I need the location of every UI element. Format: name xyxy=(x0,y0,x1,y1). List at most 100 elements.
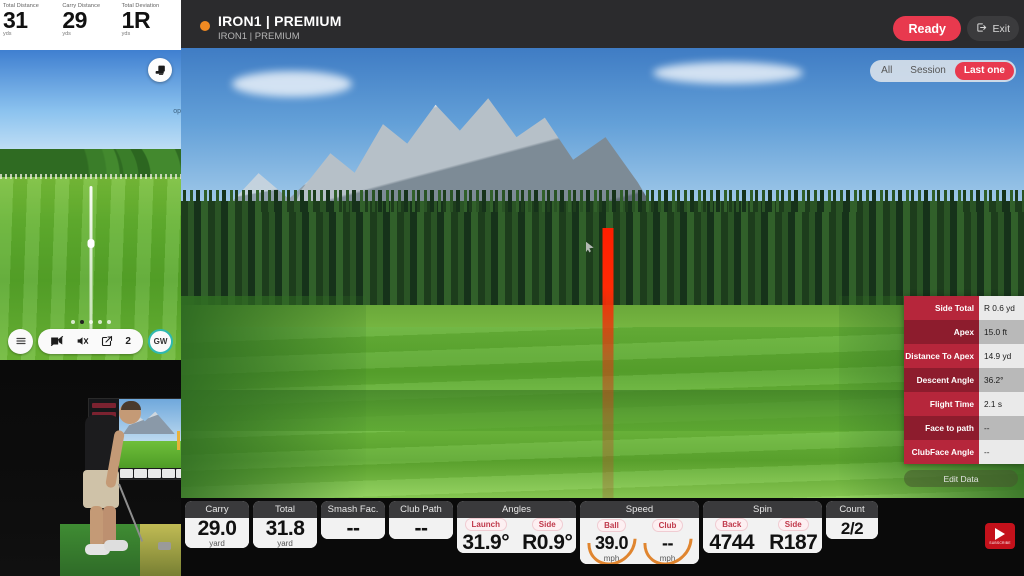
page-dot[interactable] xyxy=(97,320,102,324)
monitor-icon[interactable] xyxy=(148,58,172,82)
share-external-icon[interactable] xyxy=(101,335,113,347)
metric-spin[interactable]: Spin Back 4744 Side R187 xyxy=(703,501,822,553)
metric-tag: Side xyxy=(777,518,809,531)
page-dot[interactable] xyxy=(106,320,111,324)
metric-count[interactable]: Count 2/2 xyxy=(826,501,878,539)
golfer-shoe-right xyxy=(104,540,128,551)
row-label: ClubFace Angle xyxy=(904,440,979,464)
metric-value: -- xyxy=(346,517,361,539)
metric-title: Carry xyxy=(185,501,249,518)
ready-button[interactable]: Ready xyxy=(893,16,961,41)
metric-unit: yard xyxy=(209,539,225,548)
subscribe-label: SUBSCRIBE xyxy=(989,540,1011,545)
range-minimap[interactable]: op 2 GW xyxy=(0,50,181,360)
row-label: Apex xyxy=(904,320,979,344)
minimap-ball-marker xyxy=(87,239,94,249)
golfer-leg-left xyxy=(90,506,103,548)
filter-all[interactable]: All xyxy=(872,62,901,80)
metric-side-spin: Side R187 xyxy=(765,518,823,553)
stat-carry-distance: Carry Distance 29 yds xyxy=(62,0,121,50)
camera-off-icon[interactable] xyxy=(50,335,64,347)
page-dot[interactable] xyxy=(88,320,93,324)
minimap-control-pill: 2 xyxy=(38,328,143,354)
row-value: 15.0 ft xyxy=(979,320,1024,344)
page-subtitle: IRON1 | PREMIUM xyxy=(218,31,300,42)
screen-flag xyxy=(177,431,180,451)
metric-title: Club Path xyxy=(389,501,453,518)
page-dot[interactable] xyxy=(70,320,75,324)
status-dot xyxy=(200,21,210,31)
metric-carry[interactable]: Carry 29.0 yard xyxy=(185,501,249,548)
golf-club-head xyxy=(158,542,171,550)
shot-filter-tabs: All Session Last one xyxy=(870,60,1016,82)
metric-speed[interactable]: Speed Ball 39.0 mph Club -- mph xyxy=(580,501,699,564)
metric-side-angle: Side R0.9° xyxy=(519,518,577,553)
metric-unit: yard xyxy=(277,539,293,548)
shot-trace-line xyxy=(602,228,614,498)
metric-tag: Side xyxy=(531,518,563,531)
metric-launch-angle: Launch 31.9° xyxy=(457,518,515,553)
left-panel: Total Distance 31 yds Carry Distance 29 … xyxy=(0,0,181,360)
filter-session[interactable]: Session xyxy=(901,62,955,80)
table-row: Side Total R 0.6 yd xyxy=(904,296,1024,320)
subscribe-button[interactable]: SUBSCRIBE xyxy=(985,523,1015,549)
row-value: R 0.6 yd xyxy=(979,296,1024,320)
scene-left-rough xyxy=(181,295,367,498)
table-row: Descent Angle 36.2° xyxy=(904,368,1024,392)
row-label: Face to path xyxy=(904,416,979,440)
stat-unit: yds xyxy=(3,31,12,37)
exit-label: Exit xyxy=(992,22,1010,35)
table-row: Face to path -- xyxy=(904,416,1024,440)
metric-value: 4744 xyxy=(709,531,755,553)
row-label: Distance To Apex xyxy=(904,344,979,368)
metric-total[interactable]: Total 31.8 yard xyxy=(253,501,317,548)
exit-button[interactable]: Exit xyxy=(967,16,1019,41)
minimap-treeline xyxy=(0,149,181,178)
club-badge[interactable]: GW xyxy=(148,328,173,354)
metric-tag: Back xyxy=(715,518,749,531)
stat-total-distance: Total Distance 31 yds xyxy=(3,0,62,50)
course-scene[interactable] xyxy=(181,48,1024,498)
row-label: Side Total xyxy=(904,296,979,320)
stat-total-deviation: Total Deviation 1R yds xyxy=(122,0,181,50)
page-dot-active[interactable] xyxy=(79,320,84,324)
minimap-side-label: op xyxy=(173,108,181,115)
metrics-bar: Carry 29.0 yard Total 31.8 yard Smash Fa… xyxy=(181,498,1024,576)
row-value: -- xyxy=(979,440,1024,464)
minimap-trajectory-line xyxy=(89,186,92,333)
cloud xyxy=(231,70,352,97)
metric-angles[interactable]: Angles Launch 31.9° Side R0.9° xyxy=(457,501,576,553)
top-stats-strip: Total Distance 31 yds Carry Distance 29 … xyxy=(0,0,181,50)
metric-value: 31.9° xyxy=(462,531,510,553)
metric-club-path[interactable]: Club Path -- xyxy=(389,501,453,539)
metric-back-spin: Back 4744 xyxy=(703,518,761,553)
row-label: Flight Time xyxy=(904,392,979,416)
exit-logout-icon xyxy=(976,22,987,36)
hamburger-menu-icon[interactable] xyxy=(8,328,33,354)
edit-data-button[interactable]: Edit Data xyxy=(904,470,1018,487)
filter-last-one[interactable]: Last one xyxy=(954,62,1014,80)
play-triangle-icon xyxy=(995,527,1005,540)
metric-value: 29.0 xyxy=(197,517,237,540)
metric-title: Speed xyxy=(580,501,699,518)
metric-smash-factor[interactable]: Smash Fac. -- xyxy=(321,501,385,539)
metric-unit: mph xyxy=(659,554,676,563)
metric-ball-speed: Ball 39.0 mph xyxy=(586,518,638,564)
minimap-page-dots[interactable] xyxy=(70,320,111,324)
shot-count-label: 2 xyxy=(125,335,131,347)
metric-value: -- xyxy=(414,517,429,539)
row-value: -- xyxy=(979,416,1024,440)
metric-title: Angles xyxy=(457,501,576,518)
metric-value: 31.8 xyxy=(265,517,305,540)
simulator-panel: IRON1 | PREMIUM IRON1 | PREMIUM Ready Ex… xyxy=(181,0,1024,576)
row-value: 2.1 s xyxy=(979,392,1024,416)
table-row: ClubFace Angle -- xyxy=(904,440,1024,464)
table-row: Apex 15.0 ft xyxy=(904,320,1024,344)
speaker-mute-icon[interactable] xyxy=(76,335,89,347)
table-row: Distance To Apex 14.9 yd xyxy=(904,344,1024,368)
metric-value: 2/2 xyxy=(840,519,864,538)
golf-simulator-app: Total Distance 31 yds Carry Distance 29 … xyxy=(0,0,1024,576)
metric-value: 39.0 xyxy=(594,533,629,553)
table-row: Flight Time 2.1 s xyxy=(904,392,1024,416)
golfer-hair xyxy=(121,401,141,410)
